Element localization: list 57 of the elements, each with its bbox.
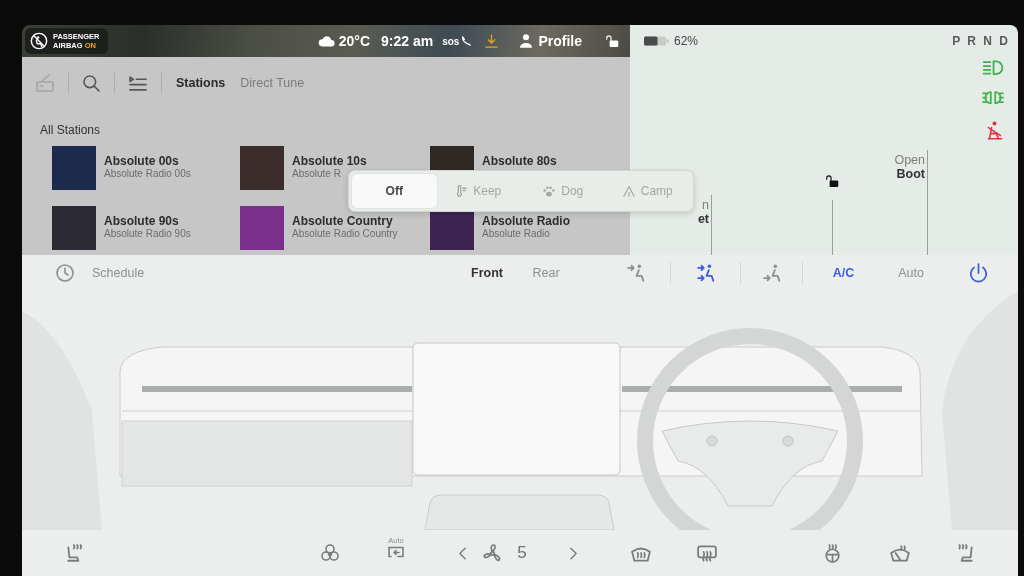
search-icon[interactable]	[83, 74, 100, 92]
radio-icon[interactable]	[36, 74, 54, 92]
section-heading: All Stations	[39, 123, 102, 137]
partly-hidden-label[interactable]: n et	[697, 195, 711, 226]
rear-defrost-icon[interactable]	[697, 544, 717, 562]
chevron-right-icon[interactable]	[569, 546, 577, 560]
station-subtitle: Absolute Radio	[482, 228, 551, 240]
gear-indicator: P R N D	[952, 34, 1010, 48]
wiper-defrost-icon[interactable]	[890, 544, 910, 562]
station-title[interactable]: Absolute Radio	[482, 214, 570, 228]
airbag-off-icon	[30, 32, 48, 50]
sos-button[interactable]: sos	[442, 35, 460, 47]
airflow-icon[interactable]	[627, 264, 645, 282]
cloud-icon	[317, 35, 335, 47]
temperature-label: 20°C	[338, 33, 371, 49]
three-rings-icon[interactable]	[321, 544, 339, 562]
station-title[interactable]: Absolute 10s	[292, 154, 367, 168]
fan-speed-value: 5	[517, 543, 527, 563]
playlist-icon[interactable]	[129, 75, 147, 91]
battery-icon	[643, 36, 669, 46]
clock-icon[interactable]	[56, 264, 74, 282]
station-subtitle: Absolute Radio 00s	[104, 168, 191, 180]
cabin-mode-option[interactable]: Off	[352, 174, 437, 208]
heated-steering-wheel-icon[interactable]	[822, 543, 842, 563]
station-subtitle: Absolute Radio 90s	[104, 228, 191, 240]
unlocked-padlock-icon[interactable]	[606, 34, 619, 48]
headlight-icon	[982, 60, 1004, 76]
person-icon	[520, 34, 533, 48]
phone-icon	[461, 36, 472, 46]
paw-icon	[543, 185, 556, 197]
ac-button[interactable]: A/C	[832, 266, 855, 280]
chevron-left-icon[interactable]	[458, 546, 466, 560]
airflow-icon[interactable]	[762, 264, 781, 282]
station-subtitle: Absolute R	[292, 168, 342, 180]
seat-heater-icon[interactable]	[956, 543, 974, 563]
station-subtitle: Absolute Radio Country	[292, 228, 398, 240]
profile-button[interactable]: Profile	[520, 33, 582, 49]
station-title[interactable]: Absolute 90s	[104, 214, 191, 228]
station-title[interactable]: Absolute 80s	[482, 154, 557, 168]
battery-percentage: 62%	[674, 34, 699, 48]
fan-icon[interactable]	[482, 543, 502, 563]
seat-heater-icon[interactable]	[66, 543, 84, 563]
airflow-icon[interactable]	[696, 264, 715, 282]
unlocked-padlock-icon[interactable]	[826, 175, 839, 188]
seatbelt-warning-icon	[986, 120, 1004, 140]
station-title[interactable]: Absolute Country	[292, 214, 398, 228]
station-title[interactable]: Absolute 00s	[104, 154, 191, 168]
download-icon[interactable]	[485, 34, 499, 48]
open-boot-button[interactable]: Open Boot	[894, 150, 927, 181]
parking-lights-icon	[982, 91, 1004, 105]
clock-time: 9:22 am	[381, 33, 434, 49]
zone-tab[interactable]: Front	[471, 266, 503, 280]
thermometer-icon	[456, 185, 468, 197]
source-tab[interactable]: Stations	[176, 76, 226, 90]
recirculate-icon[interactable]	[387, 546, 405, 560]
power-icon[interactable]	[968, 263, 988, 283]
tent-icon	[622, 185, 635, 197]
